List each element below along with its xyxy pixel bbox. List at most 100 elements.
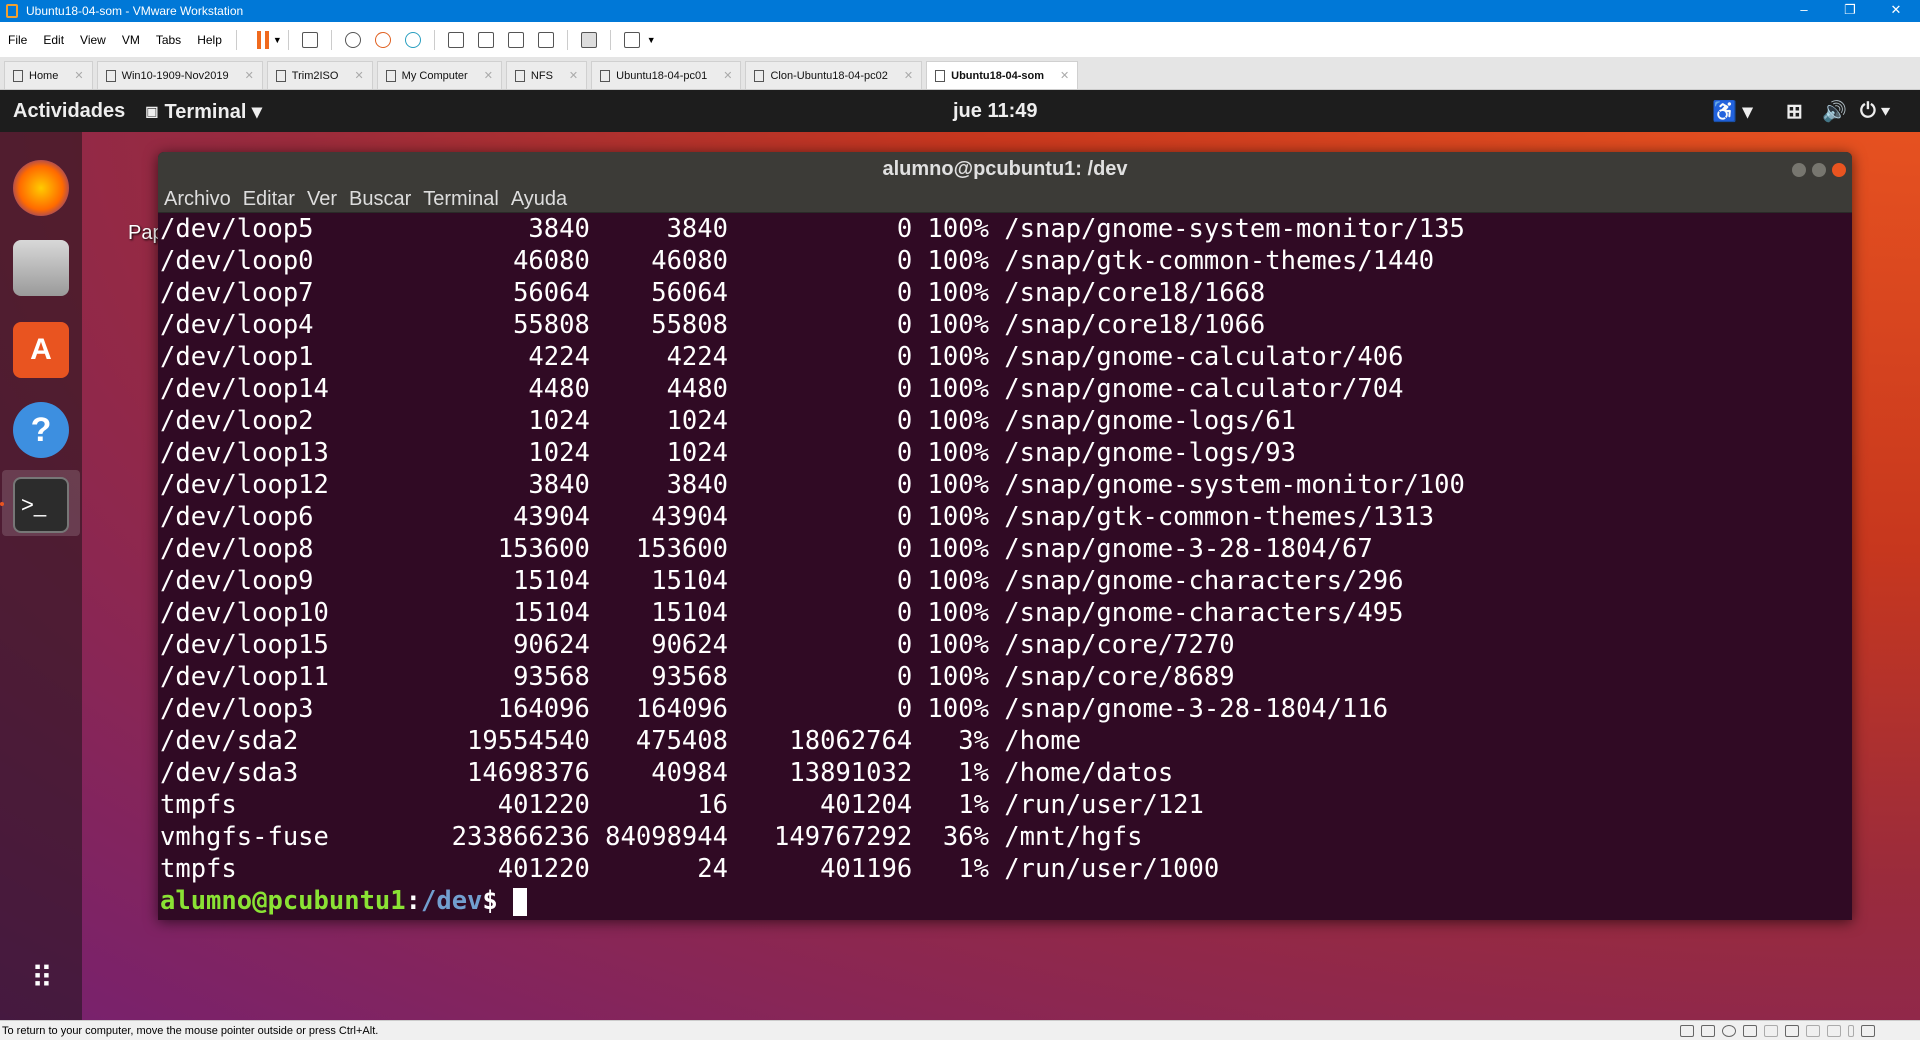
tab-win10-1909-nov2019[interactable]: Win10-1909-Nov2019 ✕ bbox=[96, 61, 263, 89]
close-tab-icon[interactable]: ✕ bbox=[245, 69, 254, 82]
filesystem: /dev/loop2 bbox=[160, 406, 314, 436]
menu-help[interactable]: Help bbox=[189, 33, 230, 47]
divider bbox=[433, 29, 435, 50]
mounted-on: /home bbox=[1004, 726, 1082, 756]
close-tab-icon[interactable]: ✕ bbox=[74, 69, 83, 82]
vm-icon bbox=[105, 69, 116, 82]
prompt: alumno@pcubuntu1:/dev$ bbox=[160, 885, 528, 917]
filesystem: tmpfs bbox=[160, 854, 237, 884]
prompt-user: alumno@pcubuntu1 bbox=[160, 886, 406, 916]
suspend-icon[interactable] bbox=[256, 30, 269, 49]
volume-icon[interactable]: 🔊 bbox=[1822, 99, 1847, 124]
filesystem: /dev/loop13 bbox=[160, 438, 329, 468]
terminal-menu-ver[interactable]: Ver bbox=[307, 188, 337, 211]
help-icon[interactable]: ? bbox=[13, 402, 69, 458]
minimize-button[interactable]: – bbox=[1784, 0, 1824, 22]
df-row: /dev/loop15 90624 90624 0 100% /snap/core/727… bbox=[160, 629, 1852, 661]
sound-icon[interactable] bbox=[1785, 1025, 1799, 1038]
files-icon[interactable] bbox=[13, 240, 69, 296]
software-icon[interactable]: A bbox=[13, 322, 69, 378]
filesystem: /dev/loop7 bbox=[160, 278, 314, 308]
close-tab-icon[interactable]: ✕ bbox=[484, 69, 493, 82]
terminal-maximize-button[interactable] bbox=[1812, 163, 1826, 177]
filesystem: /dev/loop1 bbox=[160, 342, 314, 372]
printer-icon[interactable] bbox=[1764, 1025, 1778, 1038]
available: 401204 bbox=[820, 790, 913, 820]
usb-icon[interactable] bbox=[1848, 1025, 1854, 1038]
terminal-title: alumno@pcubuntu1: /dev bbox=[882, 158, 1128, 180]
divider bbox=[609, 29, 611, 50]
used: 90624 bbox=[651, 630, 728, 660]
chevron-down-icon[interactable]: ▼ bbox=[647, 35, 656, 45]
tab-clon-ubuntu18-04-pc02[interactable]: Clon-Ubuntu18-04-pc02 ✕ bbox=[745, 61, 923, 89]
terminal-minimize-button[interactable] bbox=[1792, 163, 1806, 177]
revert-snapshot-icon[interactable] bbox=[374, 31, 391, 48]
tab-my-computer[interactable]: My Computer ✕ bbox=[376, 61, 502, 89]
used: 475408 bbox=[635, 726, 728, 756]
activities-button[interactable]: Actividades bbox=[13, 100, 125, 123]
tab-trim2iso[interactable]: Trim2ISO ✕ bbox=[266, 61, 373, 89]
terminal-menu-terminal[interactable]: Terminal bbox=[423, 188, 499, 211]
tab-bar: Home ✕ Win10-1909-Nov2019 ✕ Trim2ISO ✕ My Comp… bbox=[0, 57, 1920, 90]
close-tab-icon[interactable]: ✕ bbox=[1060, 69, 1069, 82]
app-menu[interactable]: Terminal ▾ bbox=[165, 99, 262, 124]
network-icon[interactable]: ⊞ bbox=[1786, 99, 1803, 124]
tab-ubuntu18-04-pc01[interactable]: Ubuntu18-04-pc01 ✕ bbox=[591, 61, 742, 89]
mounted-on: /snap/core18/1066 bbox=[1004, 310, 1266, 340]
show-applications-icon[interactable]: ⠿ bbox=[13, 950, 69, 1006]
tab-nfs[interactable]: NFS ✕ bbox=[505, 61, 588, 89]
menu-view[interactable]: View bbox=[72, 33, 114, 47]
close-button[interactable]: ✕ bbox=[1876, 0, 1916, 22]
clock[interactable]: jue 11:49 bbox=[953, 100, 1038, 123]
close-tab-icon[interactable]: ✕ bbox=[904, 69, 913, 82]
power-icon[interactable]: ⏻ ▾ bbox=[1860, 100, 1890, 123]
snapshot-icon[interactable] bbox=[344, 31, 361, 48]
full-screen-icon[interactable] bbox=[507, 31, 524, 48]
terminal-close-button[interactable] bbox=[1832, 163, 1846, 177]
available: 0 bbox=[896, 374, 913, 404]
console-view-icon[interactable] bbox=[580, 31, 597, 48]
mounted-on: /snap/gnome-calculator/406 bbox=[1004, 342, 1404, 372]
accessibility-icon[interactable]: ♿ ▾ bbox=[1712, 99, 1753, 124]
used: 46080 bbox=[651, 246, 728, 276]
library-icon[interactable] bbox=[447, 31, 464, 48]
tab-ubuntu18-04-som[interactable]: Ubuntu18-04-som ✕ bbox=[926, 61, 1079, 89]
prompt-path: /dev bbox=[421, 886, 483, 916]
network-adapter-icon[interactable] bbox=[1743, 1025, 1757, 1038]
terminal-menu-buscar[interactable]: Buscar bbox=[349, 188, 411, 211]
used: 3840 bbox=[666, 470, 728, 500]
hard-disk-icon[interactable] bbox=[1680, 1025, 1694, 1038]
restore-button[interactable]: ❐ bbox=[1830, 0, 1870, 22]
menu-edit[interactable]: Edit bbox=[35, 33, 72, 47]
terminal-output[interactable]: /dev/loop5 3840 3840 0 100% /snap/gnome-syste… bbox=[158, 213, 1852, 917]
chevron-down-icon[interactable]: ▼ bbox=[273, 35, 282, 45]
cd-dvd-icon[interactable] bbox=[1722, 1025, 1736, 1038]
firefox-icon[interactable] bbox=[13, 160, 69, 216]
send-ctrl-alt-del-icon[interactable] bbox=[301, 31, 318, 48]
thumbnail-bar-icon[interactable] bbox=[477, 31, 494, 48]
menu-file[interactable]: File bbox=[0, 33, 35, 47]
snapshot-manager-icon[interactable] bbox=[404, 31, 421, 48]
tab-label: Ubuntu18-04-som bbox=[951, 69, 1045, 82]
sound-card-icon[interactable] bbox=[1806, 1025, 1820, 1038]
menu-tabs[interactable]: Tabs bbox=[148, 33, 189, 47]
terminal-dock-icon[interactable]: >_ bbox=[13, 477, 69, 533]
use-percent: 1% bbox=[958, 758, 989, 788]
close-tab-icon[interactable]: ✕ bbox=[723, 69, 732, 82]
stretch-icon[interactable] bbox=[623, 31, 640, 48]
hard-disk-icon[interactable] bbox=[1701, 1025, 1715, 1038]
use-percent: 3% bbox=[958, 726, 989, 756]
terminal-menu-ayuda[interactable]: Ayuda bbox=[511, 188, 567, 211]
message-log-icon[interactable] bbox=[1861, 1025, 1875, 1038]
menu-vm[interactable]: VM bbox=[114, 33, 148, 47]
unity-icon[interactable] bbox=[537, 31, 554, 48]
df-row: /dev/loop10 15104 15104 0 100% /snap/gnome-ch… bbox=[160, 597, 1852, 629]
terminal-menu-editar[interactable]: Editar bbox=[243, 188, 295, 211]
use-percent: 100% bbox=[927, 374, 989, 404]
terminal-menu-archivo[interactable]: Archivo bbox=[164, 188, 231, 211]
close-tab-icon[interactable]: ✕ bbox=[569, 69, 578, 82]
df-row: /dev/loop8 153600 153600 0 100% /snap/gnome-3… bbox=[160, 533, 1852, 565]
tab-home[interactable]: Home ✕ bbox=[4, 61, 93, 89]
close-tab-icon[interactable]: ✕ bbox=[354, 69, 363, 82]
display-icon[interactable] bbox=[1827, 1025, 1841, 1038]
